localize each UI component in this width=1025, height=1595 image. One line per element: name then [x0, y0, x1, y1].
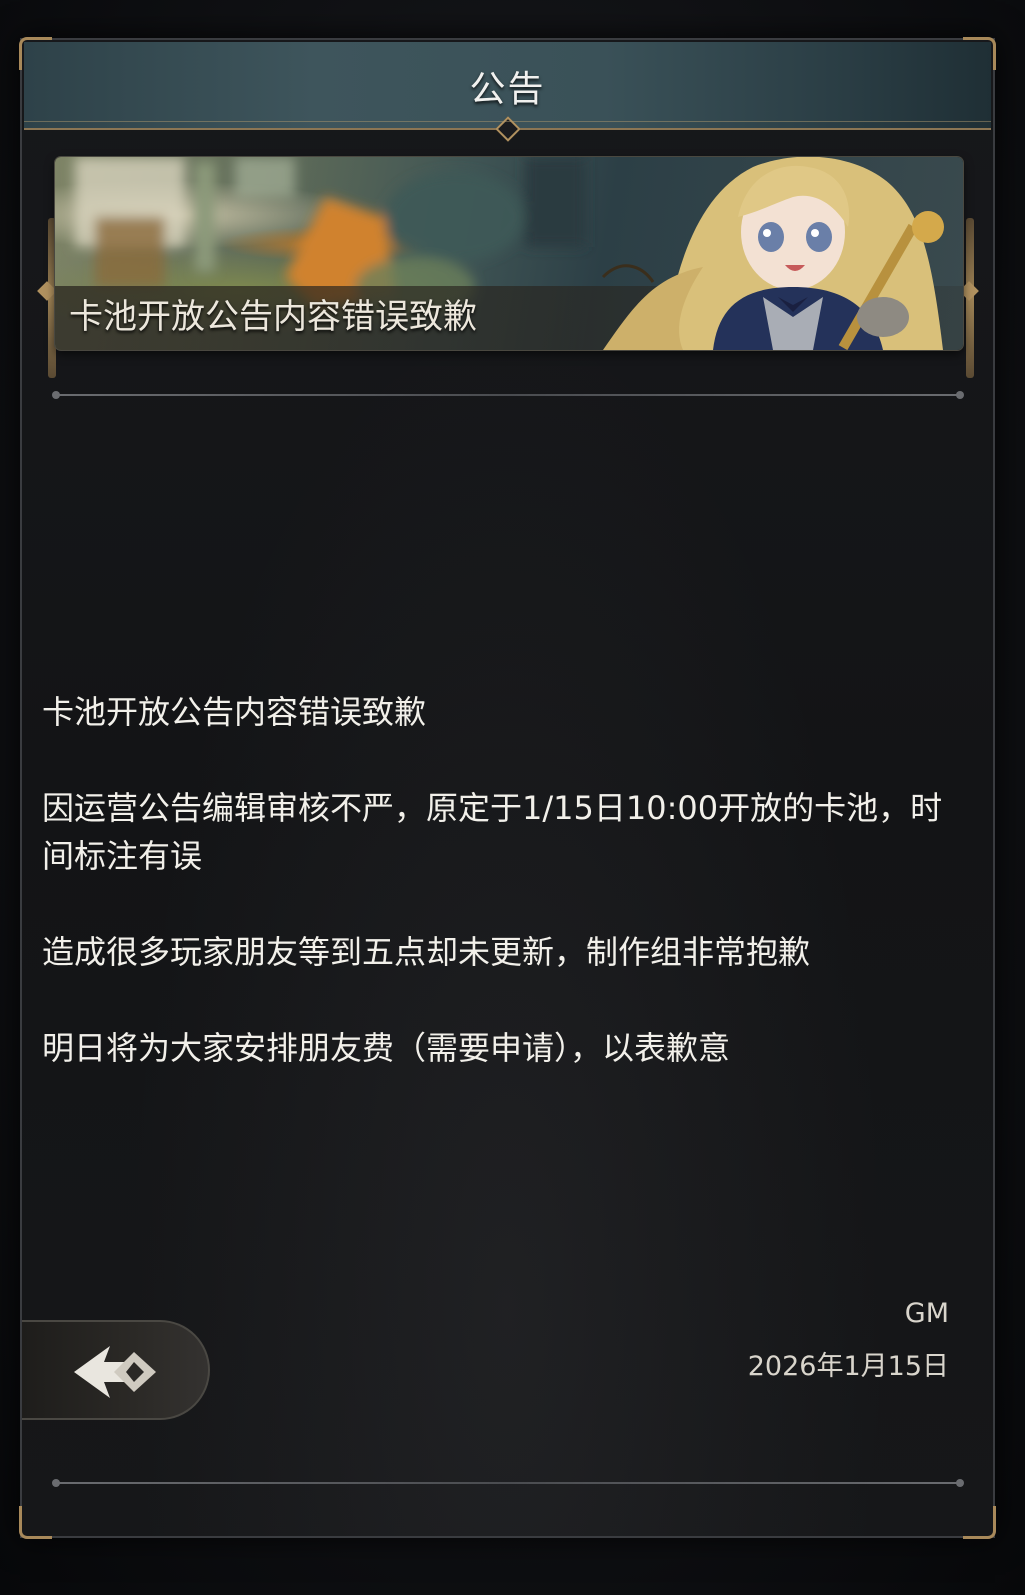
back-arrow-icon: [74, 1346, 156, 1398]
body-paragraph: 造成很多玩家朋友等到五点却未更新，制作组非常抱歉: [42, 933, 811, 971]
body-paragraph: 明日将为大家安排朋友费（需要申请），以表歉意: [42, 1029, 731, 1067]
publish-date: 2026年1月15日: [747, 1351, 949, 1382]
back-button[interactable]: [22, 1320, 210, 1420]
screen: 公告 卡池开放公告内容错误致歉 卡池开放公告内容错误致歉 因运营公告编辑审核不严…: [0, 0, 1025, 1595]
banner-title: 卡池开放公告内容错误致歉: [69, 297, 477, 337]
title-ornament: [494, 116, 521, 142]
divider-bottom: [52, 1479, 964, 1487]
author-signature: GM: [904, 1298, 949, 1329]
character-portrait: [601, 157, 944, 350]
announcement-panel: 公告 卡池开放公告内容错误致歉 卡池开放公告内容错误致歉 因运营公告编辑审核不严…: [19, 37, 996, 1539]
title-bar: 公告: [24, 42, 991, 142]
announcement-body: 卡池开放公告内容错误致歉 因运营公告编辑审核不严，原定于1/15日10:00开放…: [42, 688, 972, 1120]
body-paragraph: 卡池开放公告内容错误致歉: [42, 693, 427, 731]
panel-title: 公告: [469, 69, 546, 110]
announcement-banner[interactable]: 卡池开放公告内容错误致歉: [55, 157, 963, 350]
body-paragraph: 因运营公告编辑审核不严，原定于1/15日10:00开放的卡池，时间标注有误: [42, 789, 943, 875]
corner-ornament: [963, 1506, 996, 1539]
corner-ornament: [19, 1506, 52, 1539]
divider-top: [52, 391, 964, 399]
